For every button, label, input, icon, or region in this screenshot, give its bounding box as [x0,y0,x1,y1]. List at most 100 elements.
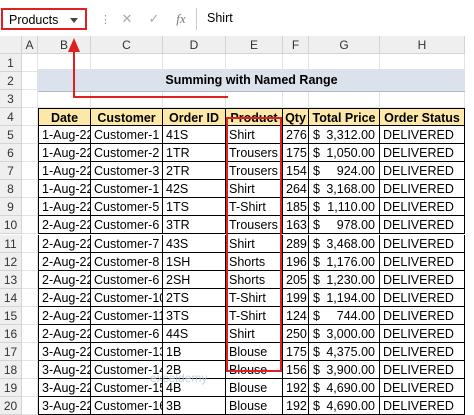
row-header-18[interactable]: 18 [0,360,22,379]
order-status-cell[interactable]: DELIVERED [380,252,465,271]
grid-cell[interactable] [22,162,38,181]
total-price-cell[interactable]: $1,110.00 [309,198,380,217]
total-price-cell[interactable]: $744.00 [309,306,380,325]
grid-cell[interactable] [22,198,38,217]
row-header-14[interactable]: 14 [0,288,22,307]
order-id-cell[interactable]: 1TS [163,198,226,217]
qty-cell[interactable]: 276 [283,126,309,145]
customer-cell[interactable]: Customer-3 [91,162,163,181]
grid-cell[interactable] [22,108,38,127]
grid-cell[interactable] [22,234,38,253]
row-header-1[interactable]: 1 [0,54,22,73]
table-header-cell[interactable]: Order ID [163,108,226,127]
date-cell[interactable]: 1-Aug-22 [38,126,91,145]
customer-cell[interactable]: Customer-13 [91,342,163,361]
order-id-cell[interactable]: 3B [163,396,226,415]
order-id-cell[interactable]: 2TR [163,162,226,181]
grid-cell[interactable] [38,90,91,109]
total-price-cell[interactable]: $1,050.00 [309,144,380,163]
row-header-10[interactable]: 10 [0,216,22,235]
enter-icon[interactable]: ✓ [145,10,163,28]
grid-cell[interactable] [22,288,38,307]
row-header-13[interactable]: 13 [0,270,22,289]
total-price-cell[interactable]: $1,230.00 [309,270,380,289]
table-header-cell[interactable]: Order Status [380,108,465,127]
grid-cell[interactable] [22,54,38,73]
date-cell[interactable]: 1-Aug-22 [38,198,91,217]
row-header-11[interactable]: 11 [0,234,22,253]
order-status-cell[interactable]: DELIVERED [380,360,465,379]
row-header-6[interactable]: 6 [0,144,22,163]
qty-cell[interactable]: 175 [283,342,309,361]
column-header-h[interactable]: H [380,36,465,54]
customer-cell[interactable]: Customer-10 [91,288,163,307]
name-box[interactable]: Products [1,8,87,30]
total-price-cell[interactable]: $4,690.00 [309,378,380,397]
fx-icon[interactable]: fx [172,10,190,28]
order-id-cell[interactable]: 2SH [163,270,226,289]
grid-cell[interactable] [22,306,38,325]
order-status-cell[interactable]: DELIVERED [380,324,465,343]
customer-cell[interactable]: Customer-5 [91,198,163,217]
date-cell[interactable]: 3-Aug-22 [38,396,91,415]
total-price-cell[interactable]: $3,312.00 [309,126,380,145]
grid-cell[interactable] [22,342,38,361]
qty-cell[interactable]: 175 [283,144,309,163]
row-header-15[interactable]: 15 [0,306,22,325]
column-header-b[interactable]: B [38,36,91,54]
order-status-cell[interactable]: DELIVERED [380,288,465,307]
qty-cell[interactable]: 196 [283,252,309,271]
qty-cell[interactable]: 163 [283,216,309,235]
product-cell[interactable]: Blouse [226,396,283,415]
cancel-icon[interactable]: ✕ [118,10,136,28]
row-header-2[interactable]: 2 [0,72,22,91]
customer-cell[interactable]: Customer-1 [91,126,163,145]
total-price-cell[interactable]: $3,000.00 [309,324,380,343]
customer-cell[interactable]: Customer-6 [91,216,163,235]
grid-cell[interactable] [380,90,465,109]
total-price-cell[interactable]: $3,900.00 [309,360,380,379]
total-price-cell[interactable]: $924.00 [309,162,380,181]
order-id-cell[interactable]: 42S [163,180,226,199]
grid-cell[interactable] [22,72,38,91]
row-header-17[interactable]: 17 [0,342,22,361]
qty-cell[interactable]: 205 [283,270,309,289]
row-header-8[interactable]: 8 [0,180,22,199]
customer-cell[interactable]: Customer-6 [91,324,163,343]
row-header-7[interactable]: 7 [0,162,22,181]
row-header-3[interactable]: 3 [0,90,22,109]
date-cell[interactable]: 1-Aug-22 [38,180,91,199]
total-price-cell[interactable]: $3,468.00 [309,234,380,253]
grid-cell[interactable] [22,180,38,199]
qty-cell[interactable]: 185 [283,198,309,217]
grid-cell[interactable] [22,216,38,235]
order-status-cell[interactable]: DELIVERED [380,144,465,163]
row-header-16[interactable]: 16 [0,324,22,343]
total-price-cell[interactable]: $978.00 [309,216,380,235]
date-cell[interactable]: 2-Aug-22 [38,216,91,235]
grid-cell[interactable] [283,90,309,109]
customer-cell[interactable]: Customer-7 [91,234,163,253]
order-status-cell[interactable]: DELIVERED [380,270,465,289]
total-price-cell[interactable]: $3,168.00 [309,180,380,199]
table-header-cell[interactable]: Total Price [309,108,380,127]
grid-cell[interactable] [22,144,38,163]
qty-cell[interactable]: 250 [283,324,309,343]
total-price-cell[interactable]: $4,375.00 [309,342,380,361]
date-cell[interactable]: 1-Aug-22 [38,162,91,181]
total-price-cell[interactable]: $1,194.00 [309,288,380,307]
total-price-cell[interactable]: $4,690.00 [309,396,380,415]
row-header-12[interactable]: 12 [0,252,22,271]
grid-cell[interactable] [309,90,380,109]
date-cell[interactable]: 3-Aug-22 [38,360,91,379]
formula-input[interactable]: Shirt [196,8,474,30]
column-header-f[interactable]: F [283,36,309,54]
column-header-c[interactable]: C [91,36,163,54]
column-header-a[interactable]: A [22,36,38,54]
grid-cell[interactable] [22,324,38,343]
grid-cell[interactable] [22,126,38,145]
order-id-cell[interactable]: 2TS [163,288,226,307]
qty-cell[interactable]: 124 [283,306,309,325]
date-cell[interactable]: 2-Aug-22 [38,270,91,289]
date-cell[interactable]: 1-Aug-22 [38,144,91,163]
